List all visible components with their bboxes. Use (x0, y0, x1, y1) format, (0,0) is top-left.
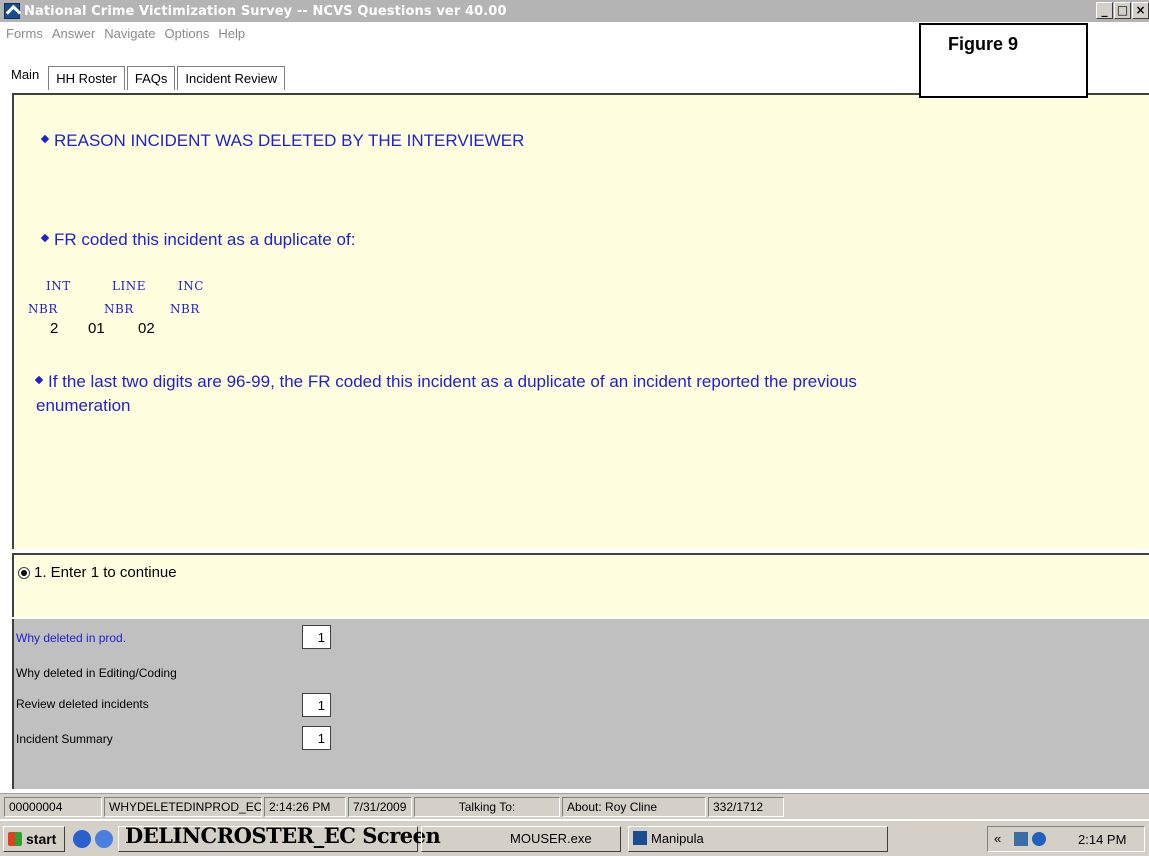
status-time: 2:14:26 PM (264, 796, 346, 817)
overlay-title-text: DELINCROSTER_EC Screen (125, 823, 441, 848)
question-line: FR coded this incident as a duplicate of… (40, 230, 355, 250)
tab-hh-roster[interactable]: HH Roster (48, 66, 125, 90)
system-tray: « 2:14 PM (987, 826, 1145, 852)
field-label-why-deleted-prod[interactable]: Why deleted in prod. (16, 631, 126, 645)
tab-main[interactable]: Main (4, 64, 47, 90)
field-value-incident-summary[interactable]: 1 (302, 726, 331, 750)
field-label-incident-summary[interactable]: Incident Summary (16, 732, 113, 746)
value-int: 2 (50, 320, 59, 337)
answer-option-label: 1. Enter 1 to continue (34, 564, 177, 581)
figure-callout: Figure 9 (919, 23, 1088, 98)
menu-options[interactable]: Options (165, 26, 210, 41)
close-button[interactable]: × (1132, 2, 1149, 19)
menu-answer[interactable]: Answer (52, 26, 95, 41)
bullet-icon (40, 233, 50, 242)
maximize-button[interactable]: □ (1114, 2, 1131, 19)
title-bar: National Crime Victimization Survey -- N… (0, 0, 1149, 22)
status-field: WHYDELETEDINPROD_EC (104, 796, 262, 817)
taskbar: start DELINCROSTER_EC Screen MOUSER.exe … (0, 820, 1149, 856)
network-icon[interactable] (1014, 832, 1028, 846)
tab-bar: Main HH Roster FAQs Incident Review (4, 64, 287, 90)
col-header-line: LINE (112, 279, 146, 293)
browser-quicklaunch-icon[interactable] (95, 830, 113, 848)
status-record: 00000004 (4, 796, 102, 817)
manipula-icon (633, 831, 647, 845)
window-controls: _ □ × (1095, 2, 1149, 19)
status-about: About: Roy Cline (562, 796, 706, 817)
minimize-button[interactable]: _ (1096, 2, 1113, 19)
ie-quicklaunch-icon[interactable] (73, 830, 91, 848)
answer-radio[interactable] (18, 567, 30, 579)
col-header-nbr: NBR (170, 302, 200, 316)
start-button[interactable]: start (3, 826, 65, 852)
volume-icon[interactable] (1032, 832, 1046, 846)
clock: 2:14 PM (1078, 832, 1127, 847)
question-heading: REASON INCIDENT WAS DELETED BY THE INTER… (40, 131, 524, 151)
windows-logo-icon (8, 832, 22, 846)
status-count: 332/1712 (708, 796, 784, 817)
menu-navigate[interactable]: Navigate (104, 26, 155, 41)
figure-label: Figure 9 (948, 34, 1019, 54)
field-label-why-deleted-editing[interactable]: Why deleted in Editing/Coding (16, 666, 177, 680)
task-button-manipula[interactable]: Manipula (628, 826, 888, 852)
col-header-nbr: NBR (28, 302, 58, 316)
value-line: 01 (88, 320, 105, 337)
window-title: National Crime Victimization Survey -- N… (24, 3, 507, 19)
question-note-continued: enumeration (36, 396, 131, 415)
tray-expand-icon[interactable]: « (994, 831, 1001, 846)
field-value-review-deleted[interactable]: 1 (302, 693, 331, 717)
tab-faqs[interactable]: FAQs (126, 66, 176, 90)
question-panel: REASON INCIDENT WAS DELETED BY THE INTER… (12, 93, 1149, 549)
tab-incident-review[interactable]: Incident Review (177, 66, 286, 90)
status-date: 7/31/2009 (348, 796, 412, 817)
app-icon (4, 3, 20, 19)
status-bar: 00000004 WHYDELETEDINPROD_EC 2:14:26 PM … (0, 793, 1149, 819)
menu-help[interactable]: Help (218, 26, 245, 41)
col-header-nbr: NBR (104, 302, 134, 316)
bullet-icon (34, 375, 44, 384)
field-value-why-deleted-prod[interactable]: 1 (302, 625, 331, 649)
question-note: If the last two digits are 96-99, the FR… (34, 372, 1136, 392)
field-label-review-deleted[interactable]: Review deleted incidents (16, 697, 149, 711)
col-header-inc: INC (178, 279, 204, 293)
bullet-icon (40, 134, 50, 143)
value-inc: 02 (138, 320, 155, 337)
menu-forms[interactable]: Forms (6, 26, 43, 41)
field-grid: Why deleted in prod. 1 Why deleted in Ed… (12, 619, 1149, 789)
answer-panel: 1. Enter 1 to continue (12, 553, 1149, 617)
task-button-mouser-exe[interactable]: MOUSER.exe (421, 826, 621, 852)
col-header-int: INT (46, 279, 71, 293)
status-talking-to: Talking To: (414, 796, 560, 817)
